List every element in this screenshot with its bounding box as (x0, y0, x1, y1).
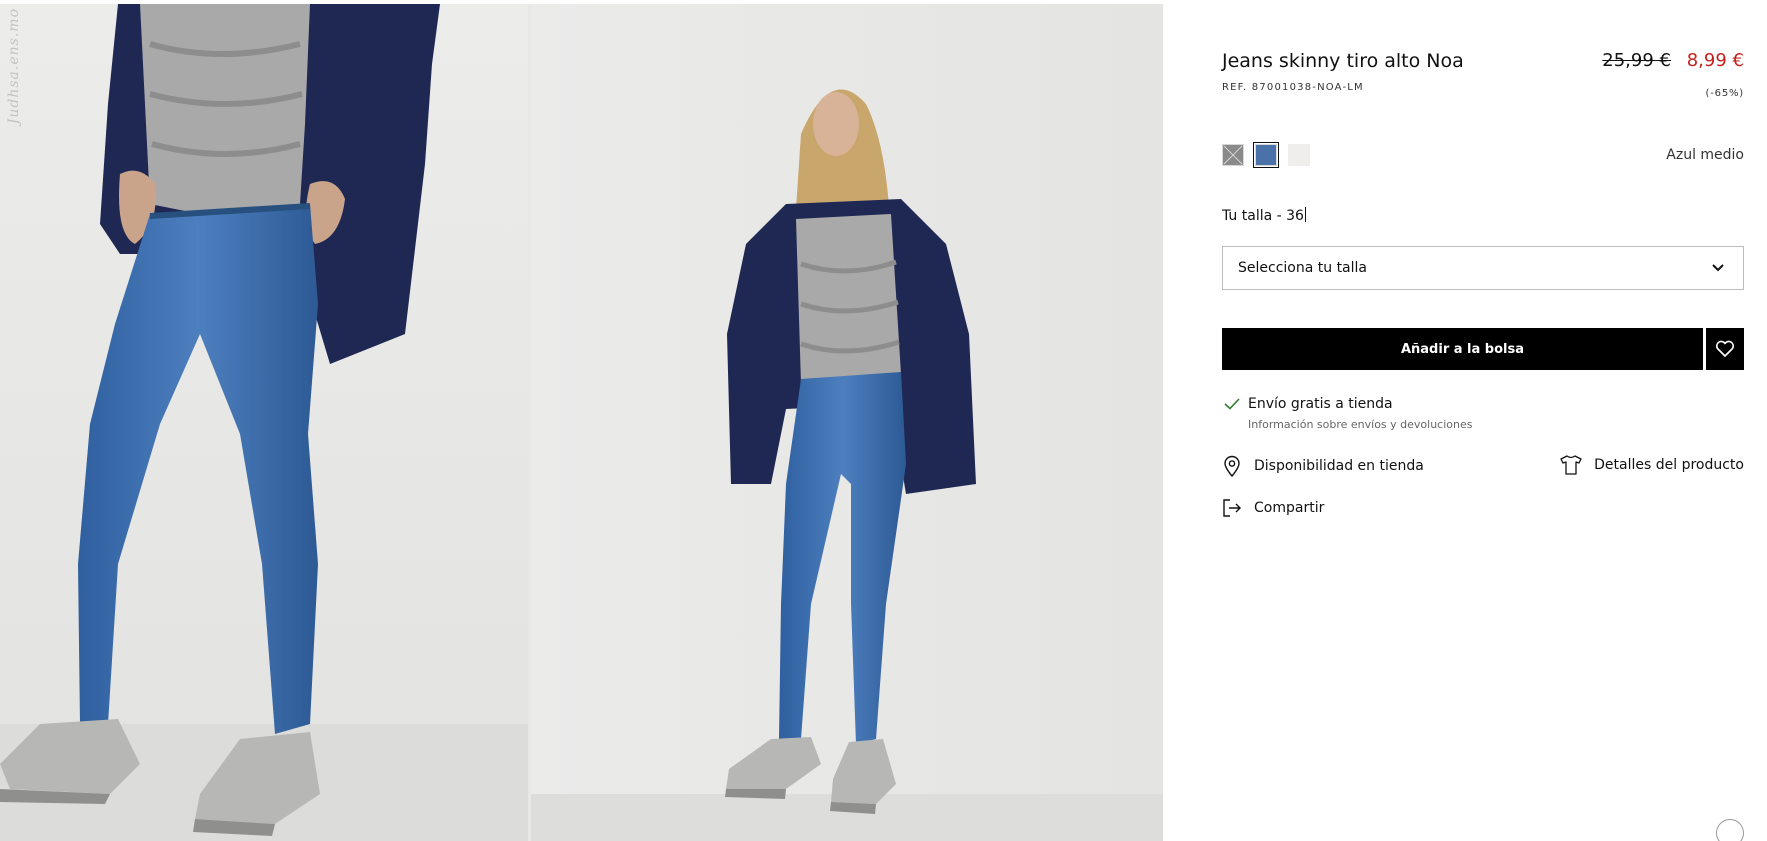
product-title: Jeans skinny tiro alto Noa (1222, 50, 1464, 72)
color-swatch-cream[interactable] (1288, 144, 1310, 166)
share-label: Compartir (1254, 500, 1325, 516)
product-photo-closeup[interactable] (0, 4, 528, 841)
heart-icon (1715, 340, 1735, 357)
selected-color-label: Azul medio (1666, 147, 1744, 163)
product-details-link[interactable]: Detalles del producto (1560, 455, 1744, 475)
share-link[interactable]: Compartir (1222, 499, 1324, 517)
wishlist-button[interactable] (1706, 328, 1744, 370)
photo-watermark: Judhsa.ens.mo (6, 8, 22, 125)
shipping-returns-link[interactable]: Información sobre envíos y devoluciones (1248, 418, 1473, 431)
product-info-panel: Jeans skinny tiro alto Noa REF. 87001038… (1222, 0, 1744, 841)
product-reference: REF. 87001038-NOA-LM (1222, 82, 1364, 93)
color-swatch-grey[interactable] (1222, 144, 1244, 166)
size-select-dropdown[interactable]: Selecciona tu talla (1222, 246, 1744, 290)
photo-full-illustration (531, 4, 1163, 841)
color-swatch-blue[interactable] (1253, 142, 1279, 168)
size-label-text: Tu talla - 36 (1222, 208, 1304, 224)
product-page: Judhsa.ens.mo Jeans skinny tiro alto Noa… (0, 0, 1767, 841)
photo-closeup-illustration (0, 4, 528, 841)
tshirt-icon (1560, 455, 1582, 475)
shipping-title: Envío gratis a tienda (1248, 396, 1393, 412)
location-pin-icon (1224, 455, 1240, 477)
chevron-down-icon (1712, 264, 1724, 272)
color-swatches (1222, 142, 1321, 168)
store-availability-link[interactable]: Disponibilidad en tienda (1222, 455, 1424, 477)
original-price: 25,99 € (1602, 50, 1671, 71)
chat-widget-icon[interactable] (1716, 819, 1744, 841)
size-select-placeholder: Selecciona tu talla (1238, 260, 1367, 276)
discount-badge: (-65%) (1705, 88, 1744, 99)
text-cursor (1304, 207, 1306, 222)
store-availability-label: Disponibilidad en tienda (1254, 458, 1424, 474)
price-block: 25,99 € 8,99 € (1602, 50, 1744, 71)
product-details-label: Detalles del producto (1594, 457, 1744, 473)
add-to-bag-button[interactable]: Añadir a la bolsa (1222, 328, 1703, 370)
sale-price: 8,99 € (1686, 50, 1744, 71)
check-icon (1224, 398, 1240, 410)
share-icon (1223, 499, 1241, 517)
size-label: Tu talla - 36 (1222, 207, 1306, 224)
product-photo-full[interactable] (531, 4, 1163, 841)
